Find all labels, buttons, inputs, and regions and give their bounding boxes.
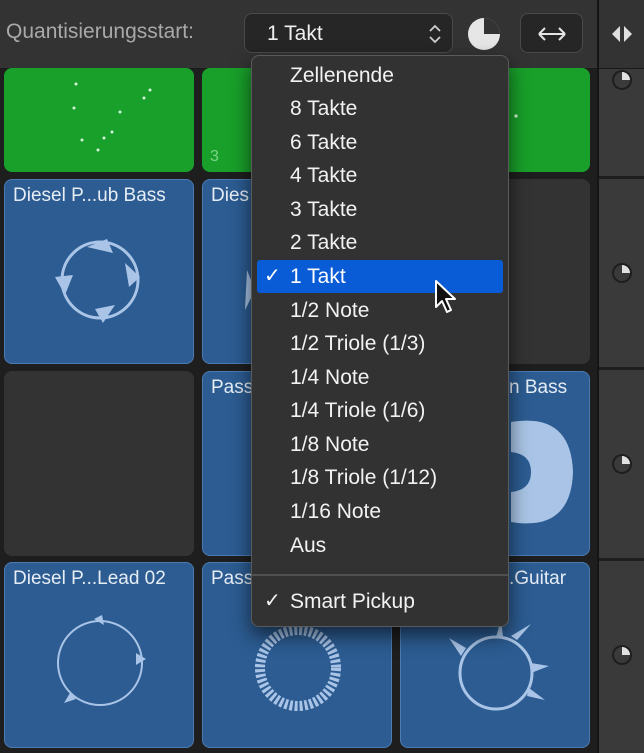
menu-item-2-takte[interactable]: 2 Takte [257, 226, 503, 259]
menu-item-smart-pickup[interactable]: ✓ Smart Pickup [257, 585, 503, 618]
menu-item-1-8-triole[interactable]: 1/8 Triole (1/12) [257, 461, 503, 494]
circular-waveform-icon [255, 625, 341, 711]
scene-1-quantize-icon[interactable] [610, 68, 634, 92]
loop-cell[interactable]: Diesel P...ub Bass [4, 179, 194, 364]
checkmark-icon: ✓ [264, 265, 281, 287]
quantize-pie-icon[interactable] [466, 16, 502, 52]
circular-waveform-icon [55, 239, 140, 323]
cell-title: Diesel P...Lead 02 [13, 568, 166, 589]
quantize-start-value: 1 Takt [267, 22, 323, 45]
quantize-start-menu: Zellenende 8 Takte 6 Takte 4 Takte 3 Tak… [251, 55, 509, 627]
mouse-pointer-icon [435, 280, 456, 313]
quantize-start-label: Quantisierungsstart: [6, 20, 194, 43]
scene-column-header [599, 0, 644, 69]
empty-cell[interactable] [4, 371, 194, 556]
menu-item-1-2-note[interactable]: 1/2 Note [257, 294, 503, 327]
loop-cell-green[interactable] [4, 68, 194, 172]
menu-item-1-8-note[interactable]: 1/8 Note [257, 428, 503, 461]
menu-item-3-takte[interactable]: 3 Takte [257, 193, 503, 226]
menu-item-1-2-triole[interactable]: 1/2 Triole (1/3) [257, 327, 503, 360]
circular-waveform-icon [449, 620, 549, 711]
expand-collapse-icon[interactable] [609, 24, 635, 44]
menu-item-1-4-triole[interactable]: 1/4 Triole (1/6) [257, 394, 503, 427]
menu-item-6-takte[interactable]: 6 Takte [257, 126, 503, 159]
menu-item-4-takte[interactable]: 4 Takte [257, 159, 503, 192]
scene-2-quantize-icon[interactable] [610, 261, 634, 285]
circular-waveform-icon [57, 615, 146, 706]
menu-item-zellenende[interactable]: Zellenende [257, 59, 503, 92]
scene-separator [599, 367, 644, 370]
menu-separator [252, 574, 508, 576]
menu-item-1-takt[interactable]: ✓ 1 Takt [257, 260, 503, 293]
waveform-dots-icon [72, 82, 152, 152]
scene-3-quantize-icon[interactable] [610, 452, 634, 476]
cell-title: Diesel P...ub Bass [13, 185, 166, 206]
swap-direction-button[interactable] [520, 13, 583, 53]
scene-trigger-column [597, 0, 644, 753]
up-down-arrows-icon [429, 24, 441, 44]
cell-number: 3 [210, 148, 219, 165]
waveform-dots-icon [514, 114, 518, 118]
scene-separator [599, 176, 644, 179]
cell-title: .Guitar [509, 568, 567, 589]
scene-4-quantize-icon[interactable] [610, 643, 634, 667]
menu-item-8-takte[interactable]: 8 Takte [257, 92, 503, 125]
checkmark-icon: ✓ [264, 590, 281, 612]
scene-separator [599, 558, 644, 561]
left-right-arrow-icon [538, 27, 566, 41]
loop-cell[interactable]: Diesel P...Lead 02 [4, 562, 194, 748]
circular-waveform-icon [511, 420, 573, 524]
menu-item-1-4-note[interactable]: 1/4 Note [257, 361, 503, 394]
cell-title: n Bass [509, 377, 568, 398]
menu-item-aus[interactable]: Aus [257, 529, 503, 562]
quantize-start-popup[interactable]: 1 Takt [244, 13, 453, 53]
menu-item-1-16-note[interactable]: 1/16 Note [257, 495, 503, 528]
